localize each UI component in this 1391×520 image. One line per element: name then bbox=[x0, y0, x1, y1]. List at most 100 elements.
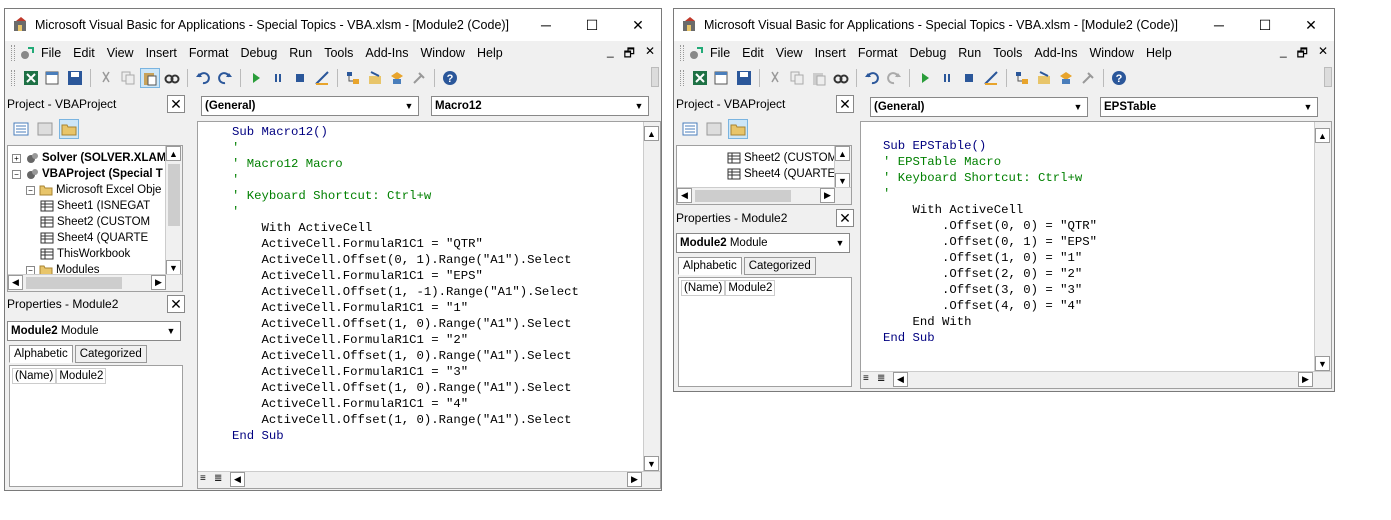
scroll-right-arrow[interactable]: ▶ bbox=[627, 472, 642, 487]
collapse-icon[interactable]: − bbox=[12, 169, 21, 179]
code-hscroll[interactable]: ≡ ≣ ◀ ▶ bbox=[861, 371, 1331, 388]
code-line[interactable]: ActiveCell.FormulaR1C1 = "QTR" bbox=[232, 236, 483, 252]
menu-tools[interactable]: Tools bbox=[318, 46, 359, 60]
scroll-down-arrow[interactable]: ▼ bbox=[166, 260, 181, 275]
tree-item[interactable]: Sheet4 (QUARTE bbox=[40, 230, 148, 246]
code-line[interactable]: With ActiveCell bbox=[883, 202, 1024, 218]
full-module-view-icon[interactable]: ≣ bbox=[214, 473, 222, 484]
code-line[interactable]: ' Macro12 Macro bbox=[232, 156, 343, 172]
expand-icon[interactable]: + bbox=[12, 153, 21, 163]
view-object-icon[interactable] bbox=[704, 119, 724, 139]
insert-module-icon[interactable] bbox=[43, 68, 63, 88]
tree-item[interactable]: ThisWorkbook bbox=[40, 246, 130, 262]
toolbox-icon[interactable] bbox=[409, 68, 429, 88]
menu-debug[interactable]: Debug bbox=[903, 46, 952, 60]
object-browser-icon[interactable] bbox=[1056, 68, 1076, 88]
cut-icon[interactable] bbox=[765, 68, 785, 88]
property-value[interactable]: Module2 bbox=[56, 368, 107, 384]
menu-run[interactable]: Run bbox=[283, 46, 318, 60]
scroll-down-arrow[interactable]: ▼ bbox=[1315, 356, 1330, 371]
tree-item[interactable]: Sheet2 (CUSTOM bbox=[727, 150, 837, 166]
scroll-left-arrow[interactable]: ◀ bbox=[893, 372, 908, 387]
menu-debug[interactable]: Debug bbox=[234, 46, 283, 60]
scroll-thumb[interactable] bbox=[695, 190, 791, 202]
scroll-left-arrow[interactable]: ◀ bbox=[677, 188, 692, 203]
menu-view[interactable]: View bbox=[101, 46, 140, 60]
object-dropdown[interactable]: (General) ▼ bbox=[201, 96, 419, 116]
minimize-button[interactable]: ─ bbox=[1196, 9, 1242, 41]
run-icon[interactable] bbox=[915, 68, 935, 88]
view-excel-icon[interactable] bbox=[690, 68, 710, 88]
view-code-icon[interactable] bbox=[11, 119, 31, 139]
toolbar-grip[interactable] bbox=[680, 70, 684, 86]
code-editor[interactable]: Sub EPSTable() ' EPSTable Macro ' Keyboard… bbox=[860, 121, 1332, 389]
tree-item[interactable]: − VBAProject (Special T bbox=[12, 166, 163, 182]
menu-window[interactable]: Window bbox=[1084, 46, 1140, 60]
redo-icon[interactable] bbox=[884, 68, 904, 88]
properties-icon[interactable] bbox=[1034, 68, 1054, 88]
menu-insert[interactable]: Insert bbox=[140, 46, 183, 60]
code-line[interactable]: ActiveCell.FormulaR1C1 = "EPS" bbox=[232, 268, 483, 284]
doc-close-button[interactable]: ✕ bbox=[1318, 44, 1328, 65]
tree-item[interactable]: + Solver (SOLVER.XLAM bbox=[12, 150, 166, 166]
run-icon[interactable] bbox=[246, 68, 266, 88]
tree-item[interactable]: − Microsoft Excel Obje bbox=[26, 182, 161, 198]
view-object-icon[interactable] bbox=[35, 119, 55, 139]
dropdown-arrow-icon[interactable]: ▼ bbox=[401, 98, 417, 114]
code-line[interactable]: ActiveCell.Offset(1, 0).Range("A1").Sele… bbox=[232, 412, 572, 428]
design-mode-icon[interactable] bbox=[981, 68, 1001, 88]
code-vscroll[interactable]: ▲ ▼ bbox=[643, 122, 660, 471]
code-line[interactable]: ' bbox=[883, 186, 890, 202]
code-line[interactable]: .Offset(2, 0) = "2" bbox=[883, 266, 1082, 282]
code-line[interactable]: End Sub bbox=[232, 428, 284, 444]
project-tree-hscroll[interactable]: ◀ ▶ bbox=[8, 274, 182, 291]
toolbox-icon[interactable] bbox=[1078, 68, 1098, 88]
view-excel-icon[interactable] bbox=[21, 68, 41, 88]
property-row-name[interactable]: (Name) Module2 bbox=[12, 368, 107, 384]
properties-icon[interactable] bbox=[365, 68, 385, 88]
tree-item[interactable]: Sheet1 (ISNEGAT bbox=[40, 198, 150, 214]
maximize-button[interactable]: ☐ bbox=[569, 9, 615, 41]
menu-file[interactable]: File bbox=[35, 46, 67, 60]
maximize-button[interactable]: ☐ bbox=[1242, 9, 1288, 41]
scroll-down-arrow[interactable]: ▼ bbox=[644, 456, 659, 471]
scroll-up-arrow[interactable]: ▲ bbox=[835, 146, 850, 161]
help-icon[interactable]: ? bbox=[1109, 68, 1129, 88]
dropdown-arrow-icon[interactable]: ▼ bbox=[832, 235, 848, 251]
menu-format[interactable]: Format bbox=[183, 46, 235, 60]
dropdown-arrow-icon[interactable]: ▼ bbox=[1300, 99, 1316, 115]
save-icon[interactable] bbox=[734, 68, 754, 88]
code-line[interactable]: Sub EPSTable() bbox=[883, 138, 986, 154]
code-line[interactable]: ActiveCell.FormulaR1C1 = "2" bbox=[232, 332, 469, 348]
code-line[interactable]: ' bbox=[232, 204, 239, 220]
dropdown-arrow-icon[interactable]: ▼ bbox=[1070, 99, 1086, 115]
menu-format[interactable]: Format bbox=[852, 46, 904, 60]
code-vscroll[interactable]: ▲ ▼ bbox=[1314, 122, 1331, 371]
object-combo[interactable]: Module2 Module ▼ bbox=[7, 321, 181, 341]
undo-icon[interactable] bbox=[862, 68, 882, 88]
code-line[interactable]: End With bbox=[883, 314, 972, 330]
tab-alphabetic[interactable]: Alphabetic bbox=[9, 345, 73, 363]
view-code-icon[interactable] bbox=[680, 119, 700, 139]
code-line[interactable]: Sub Macro12() bbox=[232, 124, 328, 140]
scroll-down-arrow[interactable]: ▼ bbox=[835, 173, 850, 188]
code-editor[interactable]: Sub Macro12() ' ' Macro12 Macro ' ' Keyboard… bbox=[197, 121, 661, 489]
design-mode-icon[interactable] bbox=[312, 68, 332, 88]
procedure-dropdown[interactable]: EPSTable ▼ bbox=[1100, 97, 1318, 117]
dropdown-arrow-icon[interactable]: ▼ bbox=[631, 98, 647, 114]
paste-icon[interactable] bbox=[140, 68, 160, 88]
properties-pane-close-button[interactable]: ✕ bbox=[836, 209, 854, 227]
menu-tools[interactable]: Tools bbox=[987, 46, 1028, 60]
menu-add-ins[interactable]: Add-Ins bbox=[359, 46, 414, 60]
copy-icon[interactable] bbox=[118, 68, 138, 88]
dropdown-arrow-icon[interactable]: ▼ bbox=[163, 323, 179, 339]
scroll-up-arrow[interactable]: ▲ bbox=[166, 146, 181, 161]
project-tree-vscroll[interactable]: ▲ ▼ bbox=[165, 146, 182, 275]
reset-icon[interactable] bbox=[959, 68, 979, 88]
project-tree-vscroll[interactable]: ▲ ▼ bbox=[834, 146, 851, 188]
find-icon[interactable] bbox=[162, 68, 182, 88]
doc-minimize-button[interactable]: _ bbox=[1280, 44, 1287, 65]
code-line[interactable]: End Sub bbox=[883, 330, 935, 346]
toolbar-overflow[interactable] bbox=[1324, 67, 1332, 87]
scroll-right-arrow[interactable]: ▶ bbox=[151, 275, 166, 290]
